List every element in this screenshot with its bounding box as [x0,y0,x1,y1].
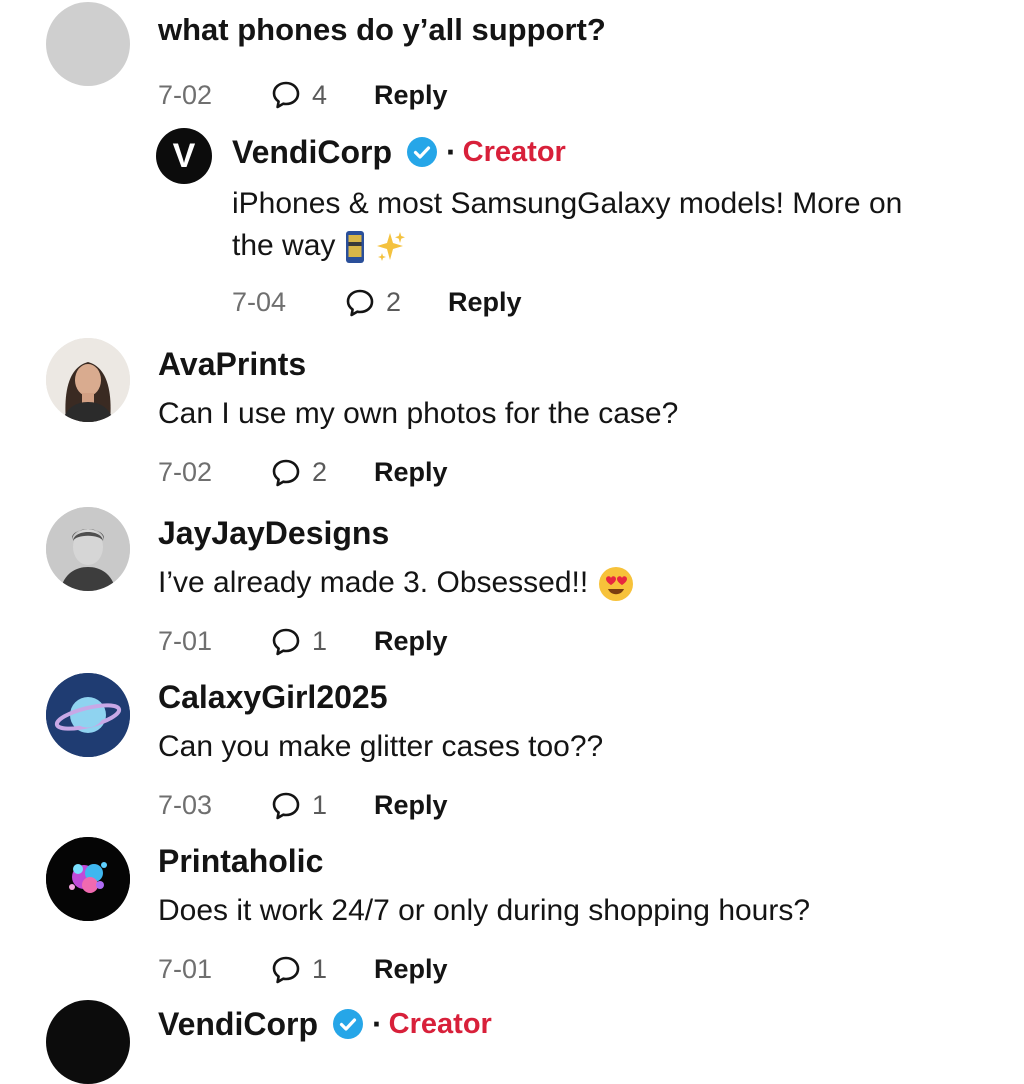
username-text: AvaPrints [158,346,307,382]
avatar[interactable] [46,837,130,921]
comment-meta: 7-02 4 Reply [158,79,1004,111]
comment-username[interactable]: VendiCorp · Creator [232,134,1004,171]
heart-eyes-emoji-icon [598,566,633,601]
avatar[interactable]: V [156,128,212,184]
reply-count: 1 [312,626,328,657]
phone-emoji-icon [345,230,364,263]
verified-badge-icon [333,1009,364,1040]
comment-username[interactable]: VendiCorp · Creator [158,1006,1004,1043]
comment-text: Does it work 24/7 or only during shoppin… [158,893,811,927]
username-text: JayJayDesigns [158,515,390,551]
reply-count: 2 [312,457,328,488]
comment-username[interactable]: JayJayDesigns [158,515,1004,552]
reply-count: 1 [312,954,328,985]
person-photo-icon [46,338,130,422]
sparkles-emoji-icon [377,231,406,261]
reply-count: 2 [386,287,402,318]
username-text: CalaxyGirl2025 [158,679,388,715]
reply-count-button[interactable]: 2 [270,457,374,489]
speech-bubble-icon [272,956,300,984]
comment-date: 7-01 [158,954,213,985]
comment-meta: 7-01 1 Reply [158,954,1004,986]
comment-username[interactable]: Printaholic [158,843,1004,880]
comment-text-wrap: I’ve already made 3. Obsessed!! [158,562,1004,604]
comment-username[interactable]: AvaPrints [158,346,1004,383]
comment-date: 7-02 [158,79,213,110]
comment-date: 7-04 [232,287,287,318]
creator-badge: Creator [462,135,566,168]
comment-meta: 7-01 1 Reply [158,626,1004,658]
comment-date: 7-01 [158,626,213,657]
comment-username[interactable]: CalaxyGirl2025 [158,679,1004,716]
speech-bubble-icon [272,459,300,487]
avatar[interactable] [46,2,130,86]
comment-meta: 7-02 2 Reply [158,457,1004,489]
speech-bubble-icon [272,82,300,109]
avatar[interactable] [46,338,130,422]
comment-date: 7-02 [158,457,213,488]
comment-text-wrap: iPhones & most SamsungGalaxy models! Mor… [232,183,932,267]
reply-count-button[interactable]: 4 [270,79,374,111]
planet-icon [46,673,130,757]
reply-count-button[interactable]: 2 [344,287,448,319]
reply-count: 4 [312,79,328,110]
username-text: VendiCorp [158,1006,319,1042]
reply-count-button[interactable]: 1 [270,954,374,986]
reply-button[interactable]: Reply [374,790,448,821]
avatar-letter: V [172,136,196,175]
comment-meta: 7-03 1 Reply [158,790,1004,822]
speech-bubble-icon [272,792,300,820]
separator-dot: · [446,134,457,170]
comment-text: Can you make glitter cases too?? [158,729,604,763]
username-text: VendiCorp [232,134,393,170]
verified-badge-icon [407,137,438,168]
reply-button[interactable]: Reply [374,954,448,985]
reply-button[interactable]: Reply [374,626,448,657]
reply-count-button[interactable]: 1 [270,790,374,822]
comment-meta: 7-04 2 Reply [232,287,1004,319]
speech-bubble-icon [346,289,374,317]
reply-count: 1 [312,790,328,821]
avatar[interactable] [46,507,130,591]
separator-dot: · [372,1006,383,1042]
avatar[interactable] [46,673,130,757]
paint-splash-icon [46,837,130,921]
reply-button[interactable]: Reply [448,287,522,318]
comment-date: 7-03 [158,790,213,821]
reply-button[interactable]: Reply [374,457,448,488]
reply-count-button[interactable]: 1 [270,626,374,658]
avatar[interactable] [46,1000,130,1084]
comment-text: what phones do y’all support? [158,12,606,47]
speech-bubble-icon [272,628,300,656]
comment-text: iPhones & most SamsungGalaxy models! Mor… [232,186,903,262]
person-photo-icon [46,507,130,591]
comment-text: Can I use my own photos for the case? [158,396,679,430]
username-text: Printaholic [158,843,324,879]
creator-badge: Creator [388,1007,492,1040]
reply-button[interactable]: Reply [374,80,448,111]
comment-text: I’ve already made 3. Obsessed!! [158,565,589,599]
